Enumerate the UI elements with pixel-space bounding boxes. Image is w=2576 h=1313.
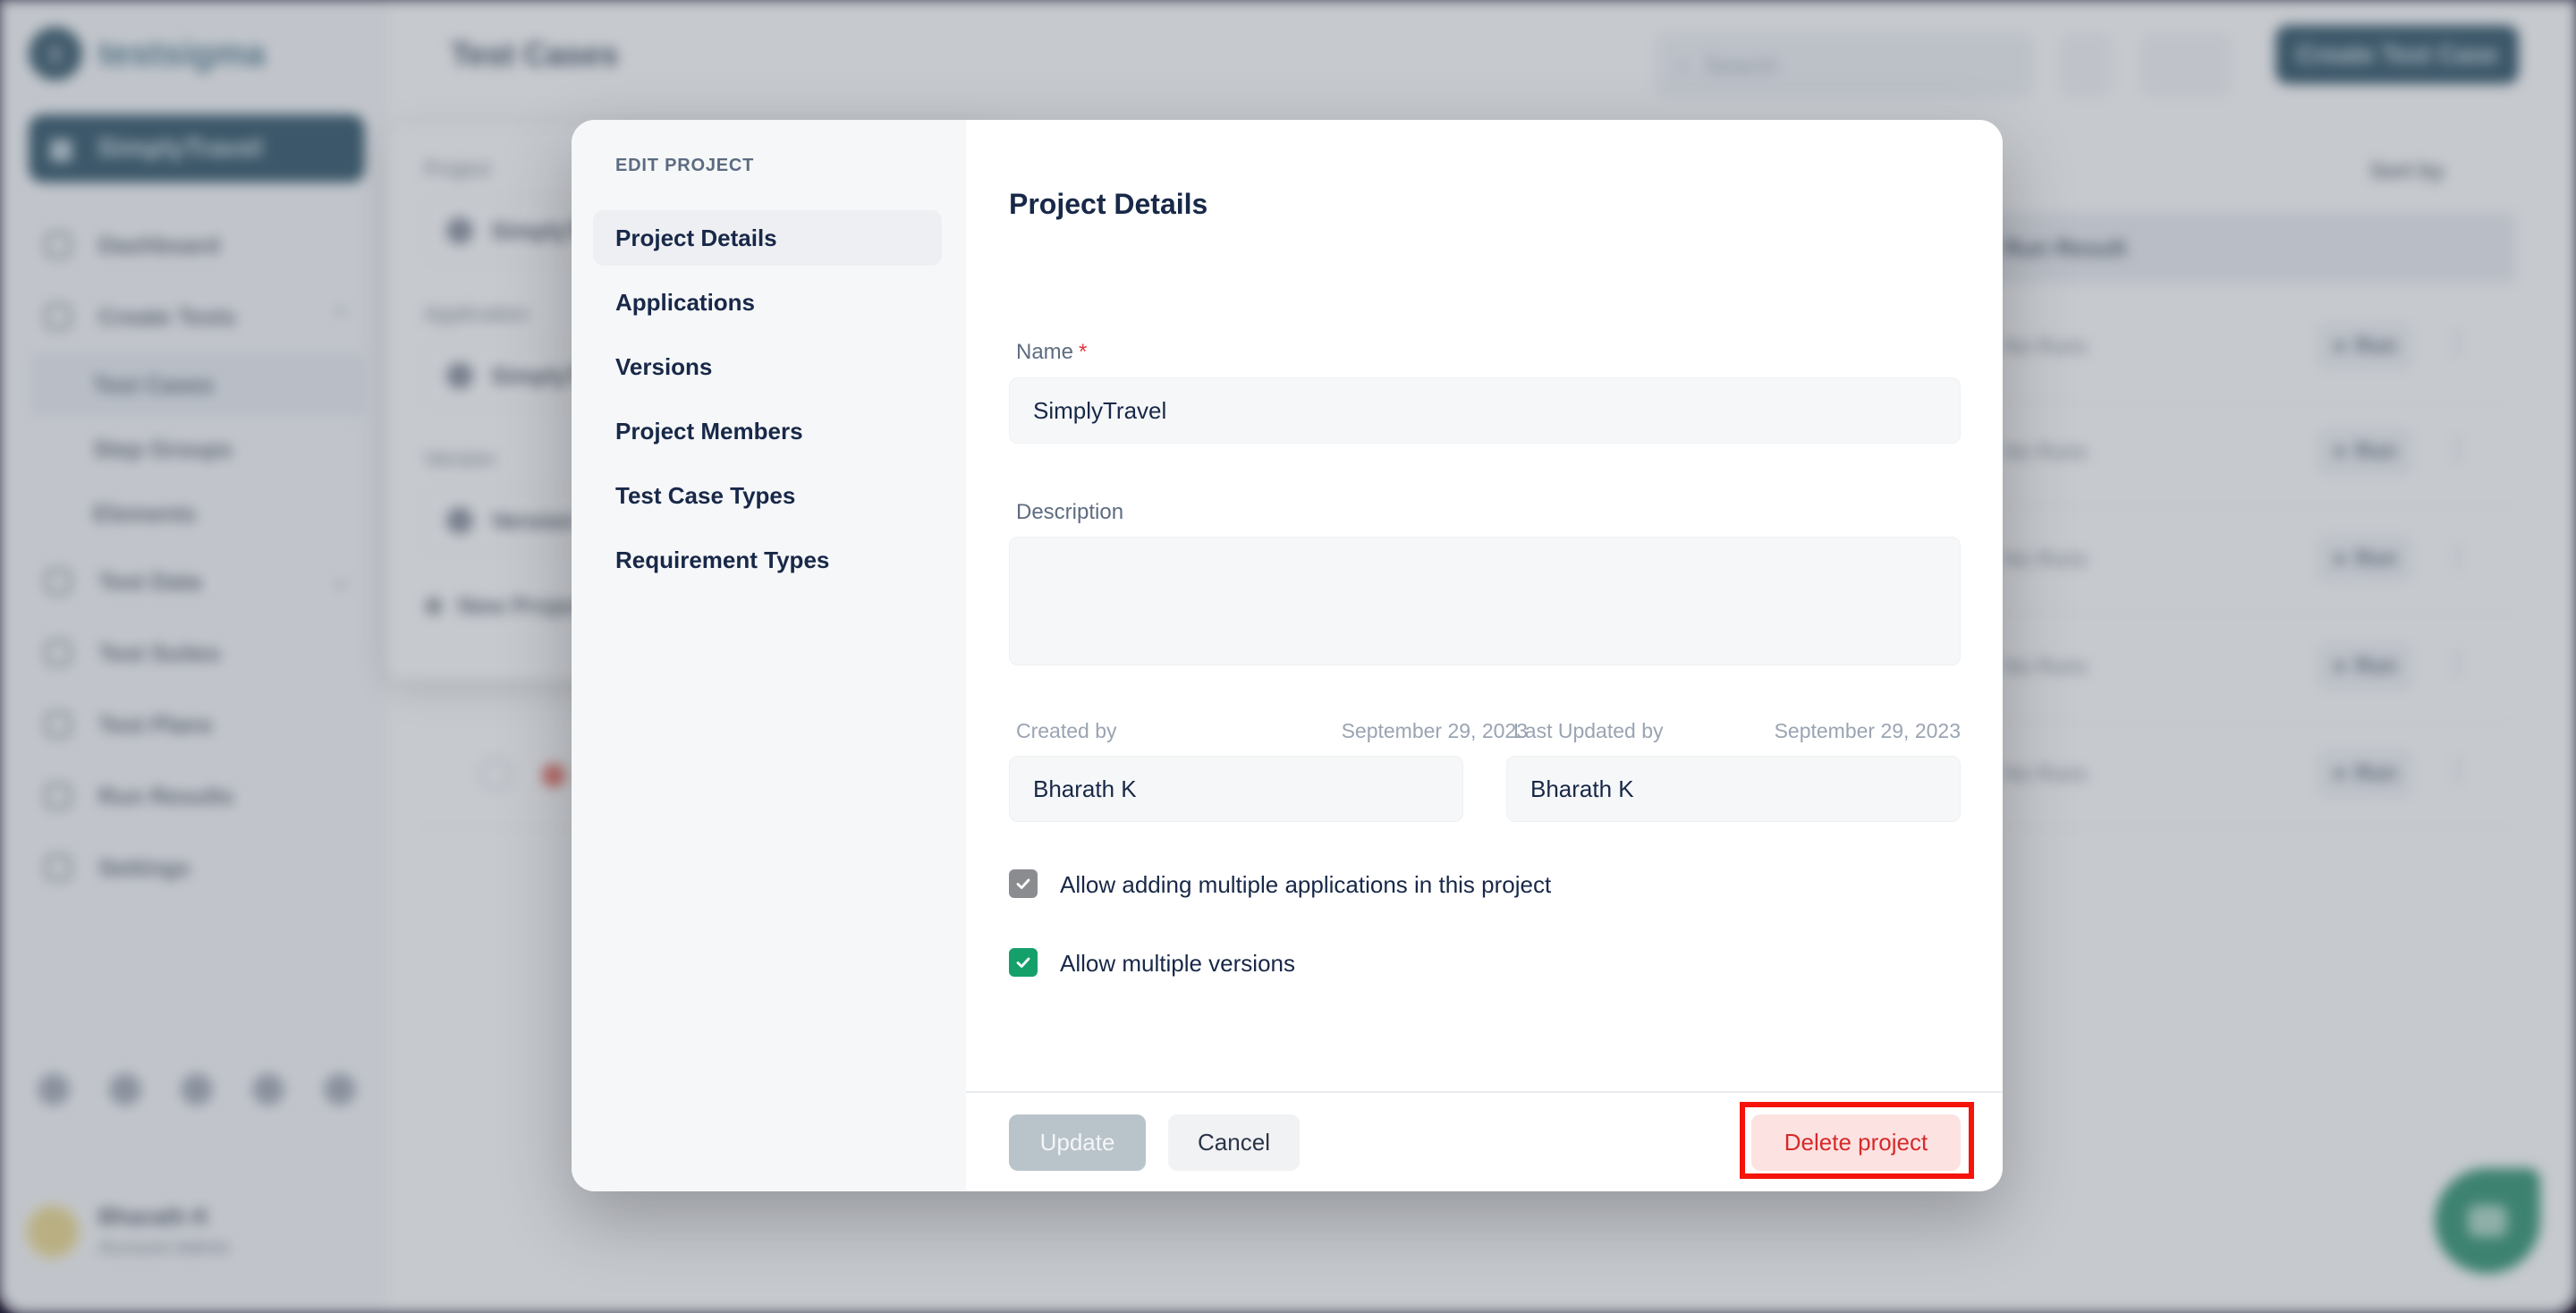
updated-by-field: Bharath K (1506, 756, 1961, 822)
modal-content: Project Details Name* Description Create… (966, 120, 2003, 1191)
allow-multiple-versions-label: Allow multiple versions (1060, 950, 1295, 977)
name-label: Name * (1016, 340, 1087, 365)
description-label: Description (1016, 500, 1124, 524)
update-button[interactable]: Update (1009, 1114, 1146, 1171)
cancel-button[interactable]: Cancel (1168, 1114, 1300, 1171)
modal-title: Project Details (1009, 188, 1208, 220)
created-by-field: Bharath K (1009, 756, 1463, 822)
checkmark-icon (1016, 957, 1030, 968)
updated-date: September 29, 2023 (1774, 719, 1961, 742)
modal-nav-project-details[interactable]: Project Details (593, 210, 942, 266)
delete-project-button[interactable]: Delete project (1751, 1114, 1961, 1171)
modal-nav-requirement-types[interactable]: Requirement Types (593, 532, 942, 588)
modal-nav-applications[interactable]: Applications (593, 275, 942, 330)
footer-divider (966, 1091, 2003, 1093)
edit-project-modal: EDIT PROJECT Project Details Application… (572, 120, 2003, 1191)
name-input[interactable] (1009, 377, 1961, 444)
checkmark-icon (1016, 878, 1030, 889)
allow-multiple-versions-checkbox[interactable] (1009, 948, 1038, 977)
description-textarea[interactable] (1009, 537, 1961, 665)
allow-multiple-applications-label: Allow adding multiple applications in th… (1060, 871, 1552, 898)
allow-multiple-applications-checkbox[interactable] (1009, 869, 1038, 898)
modal-nav-test-case-types[interactable]: Test Case Types (593, 468, 942, 523)
updated-by-label: Last Updated by (1513, 719, 1664, 742)
modal-nav-project-members[interactable]: Project Members (593, 403, 942, 459)
name-label-text: Name (1016, 340, 1074, 364)
modal-nav-versions[interactable]: Versions (593, 339, 942, 394)
modal-sidebar: EDIT PROJECT Project Details Application… (572, 120, 966, 1191)
modal-nav: Project Details Applications Versions Pr… (593, 210, 942, 597)
created-date: September 29, 2023 (1341, 719, 1528, 742)
created-by-label: Created by (1016, 719, 1117, 742)
required-marker: * (1079, 340, 1088, 364)
modal-section-title: EDIT PROJECT (615, 156, 755, 175)
